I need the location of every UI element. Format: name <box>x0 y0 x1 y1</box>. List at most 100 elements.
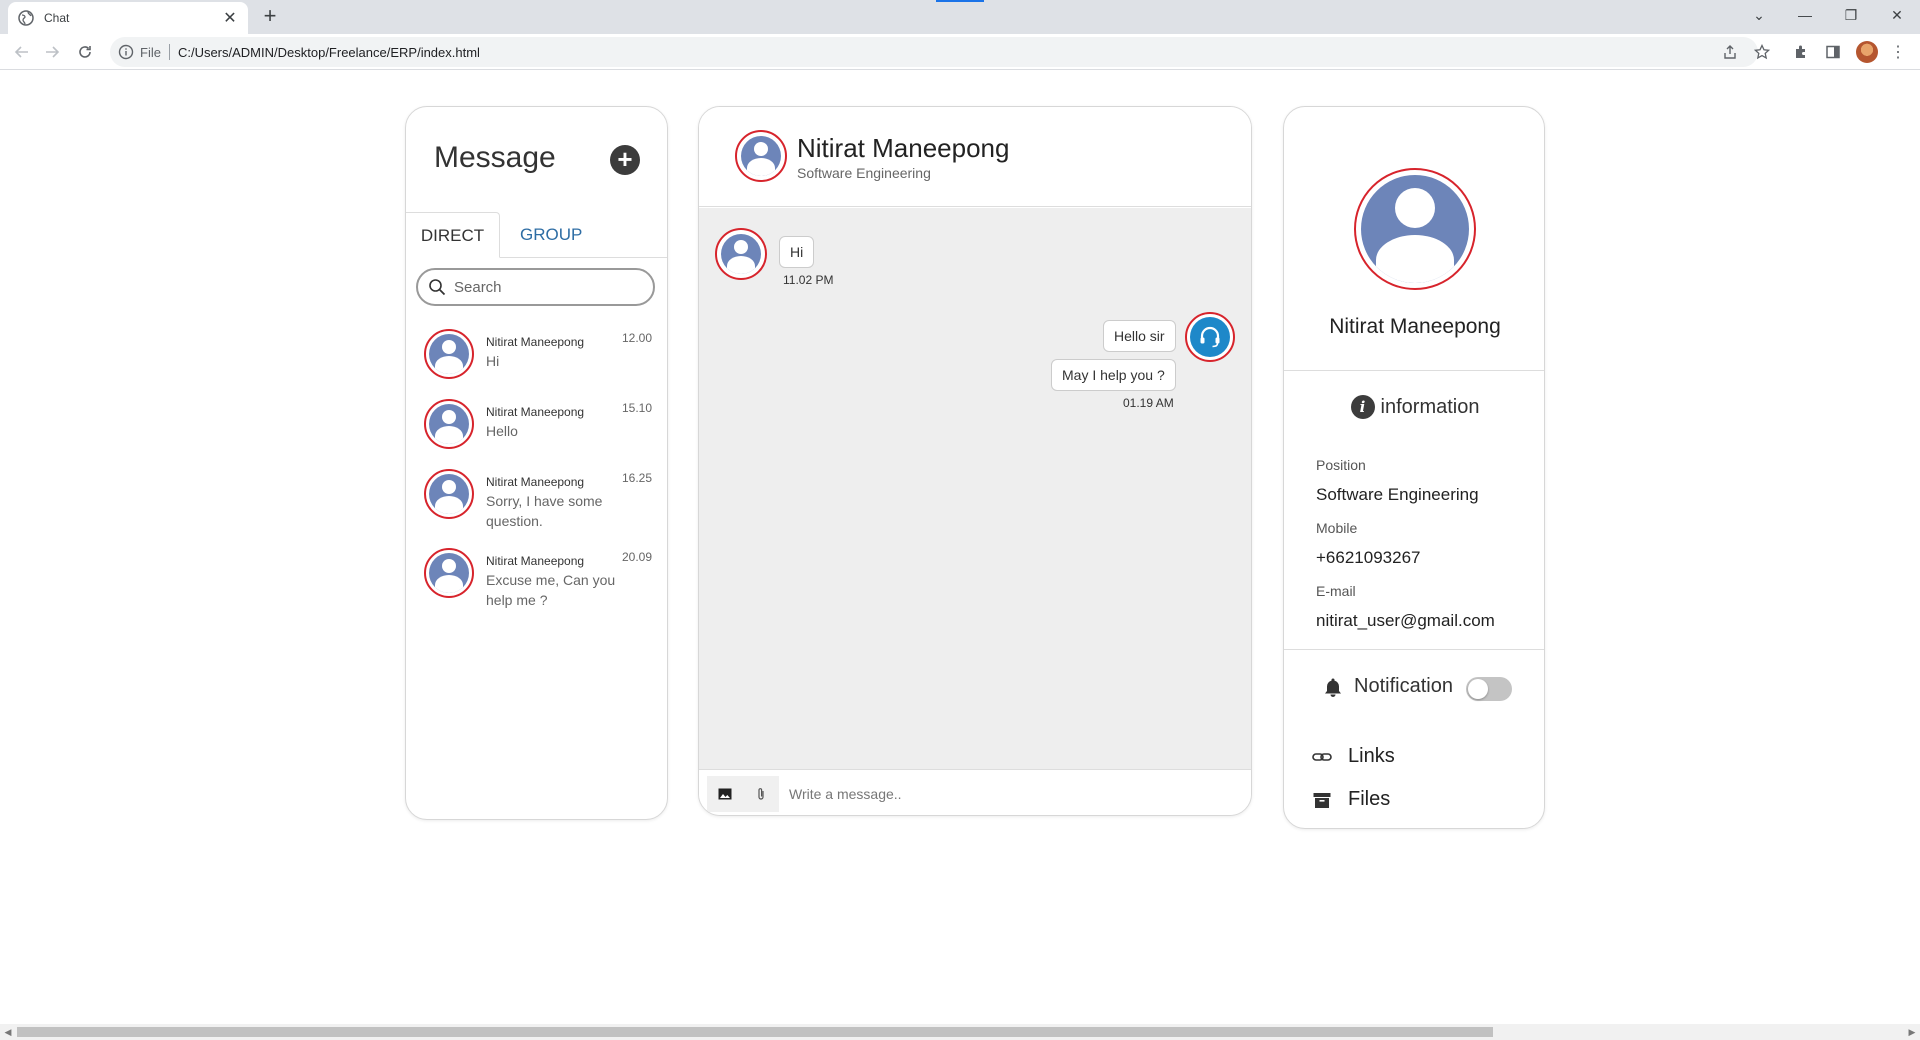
bell-icon <box>1322 676 1344 698</box>
messages-panel: Message + DIRECT GROUP Nitirat Maneepong… <box>405 106 668 820</box>
conversation-name: Nitirat Maneepong <box>486 554 585 568</box>
close-tab-icon[interactable]: ✕ <box>222 8 238 28</box>
globe-icon <box>18 10 34 26</box>
files-label: Files <box>1348 788 1391 810</box>
information-heading: i information <box>1284 395 1544 419</box>
plus-icon: + <box>617 144 633 174</box>
url-text: C:/Users/ADMIN/Desktop/Freelance/ERP/ind… <box>177 44 480 60</box>
chat-contact-role: Software Engineering <box>797 165 931 181</box>
paperclip-icon <box>758 787 764 800</box>
back-icon[interactable] <box>10 40 34 64</box>
restore-icon[interactable]: ❐ <box>1828 0 1874 30</box>
tab-search-icon[interactable]: ⌄ <box>1736 0 1782 30</box>
side-panel-icon[interactable] <box>1821 40 1845 64</box>
archive-box-icon <box>1312 790 1332 810</box>
scroll-left-arrow[interactable]: ◀ <box>0 1024 16 1040</box>
search-icon <box>428 278 446 296</box>
message-bubble-outgoing: Hello sir <box>1103 320 1176 352</box>
notification-label: Notification <box>1354 675 1453 697</box>
conversation-time: 16.25 <box>622 471 653 485</box>
message-input[interactable] <box>789 785 1189 802</box>
scroll-right-arrow[interactable]: ▶ <box>1904 1024 1920 1040</box>
search-box <box>416 268 655 306</box>
tab-indicator <box>936 0 984 2</box>
chat-header: Nitirat Maneepong Software Engineering <box>699 107 1251 207</box>
extensions-icon[interactable] <box>1789 40 1813 64</box>
information-label: information <box>1380 395 1480 418</box>
agent-avatar <box>1185 312 1235 362</box>
chat-panel: Nitirat Maneepong Software Engineering H… <box>698 106 1252 816</box>
conversation-preview: Sorry, I have some question. <box>486 493 603 529</box>
headset-icon <box>1200 326 1220 348</box>
mobile-value: +6621093267 <box>1316 548 1421 567</box>
links-item[interactable]: Links <box>1312 745 1395 768</box>
profile-name: Nitirat Maneepong <box>1329 315 1501 338</box>
email-value: nitirat_user@gmail.com <box>1316 611 1495 630</box>
new-message-button[interactable]: + <box>610 145 640 175</box>
email-label: E-mail <box>1316 583 1356 599</box>
avatar <box>424 399 474 449</box>
divider <box>1284 649 1544 650</box>
links-label: Links <box>1348 745 1395 767</box>
search-input[interactable] <box>454 278 634 296</box>
minimize-icon[interactable]: — <box>1782 0 1828 30</box>
profile-avatar[interactable] <box>1856 41 1878 63</box>
conversation-preview: Hello <box>486 423 518 439</box>
message-tabs: DIRECT GROUP <box>406 212 667 258</box>
message-time: 01.19 AM <box>1123 396 1174 410</box>
profile-avatar-large <box>1354 168 1476 290</box>
share-icon[interactable] <box>1718 40 1742 64</box>
notification-toggle[interactable] <box>1466 677 1512 701</box>
tab-group[interactable]: GROUP <box>520 212 582 258</box>
message-bubble-incoming: Hi <box>779 236 815 268</box>
scrollbar-thumb[interactable] <box>17 1027 1493 1037</box>
avatar <box>735 130 787 182</box>
conversation-name: Nitirat Maneepong <box>486 405 585 419</box>
new-tab-icon[interactable]: + <box>258 4 282 28</box>
conversation-time: 12.00 <box>622 331 653 345</box>
position-label: Position <box>1316 457 1366 473</box>
profile-panel: Nitirat Maneepong i information Position… <box>1283 106 1545 829</box>
position-value: Software Engineering <box>1316 485 1479 504</box>
messages-title: Message <box>434 141 556 174</box>
chat-contact-name: Nitirat Maneepong <box>797 133 1010 163</box>
mobile-label: Mobile <box>1316 520 1358 536</box>
avatar <box>424 548 474 598</box>
conversation-time: 15.10 <box>622 401 653 415</box>
horizontal-scrollbar[interactable]: ◀ ▶ <box>0 1024 1920 1040</box>
tab-direct[interactable]: DIRECT <box>406 212 500 258</box>
notification-row: Notification <box>1322 675 1453 698</box>
browser-tab-title: Chat <box>44 11 70 25</box>
window-close-icon[interactable]: ✕ <box>1874 0 1920 30</box>
conversation-preview: Excuse me, Can you help me ? <box>486 572 616 608</box>
message-time: 11.02 PM <box>783 273 834 287</box>
divider <box>1284 370 1544 371</box>
browser-tabbar: Chat ✕ + ⌄ — ❐ ✕ <box>0 0 1920 34</box>
browser-tab[interactable]: Chat ✕ <box>8 2 248 34</box>
avatar <box>424 329 474 379</box>
image-icon <box>718 788 732 799</box>
message-composer <box>699 769 1251 815</box>
bookmark-star-icon[interactable] <box>1750 40 1774 64</box>
conversation-preview: Hi <box>486 353 500 369</box>
url-separator <box>168 44 170 60</box>
avatar <box>715 228 767 280</box>
forward-icon[interactable] <box>40 40 64 64</box>
address-bar[interactable]: File C:/Users/ADMIN/Desktop/Freelance/ER… <box>110 37 1758 67</box>
conversation-name: Nitirat Maneepong <box>486 475 585 489</box>
avatar <box>424 469 474 519</box>
conversation-time: 20.09 <box>622 550 653 564</box>
image-upload-button[interactable] <box>707 775 743 812</box>
link-icon <box>1312 747 1332 767</box>
browser-toolbar: File C:/Users/ADMIN/Desktop/Freelance/ER… <box>0 34 1920 70</box>
message-bubble-outgoing: May I help you ? <box>1051 359 1176 391</box>
url-scheme: File <box>140 44 161 60</box>
message-thread: Hi 11.02 PM Hello sir May I help you ? 0… <box>699 208 1251 769</box>
files-item[interactable]: Files <box>1312 788 1390 811</box>
info-icon[interactable] <box>118 44 134 60</box>
reload-icon[interactable] <box>73 40 97 64</box>
attach-file-button[interactable] <box>743 775 779 812</box>
more-menu-icon[interactable]: ⋮ <box>1886 40 1910 64</box>
info-icon: i <box>1350 395 1375 419</box>
conversation-name: Nitirat Maneepong <box>486 335 585 349</box>
